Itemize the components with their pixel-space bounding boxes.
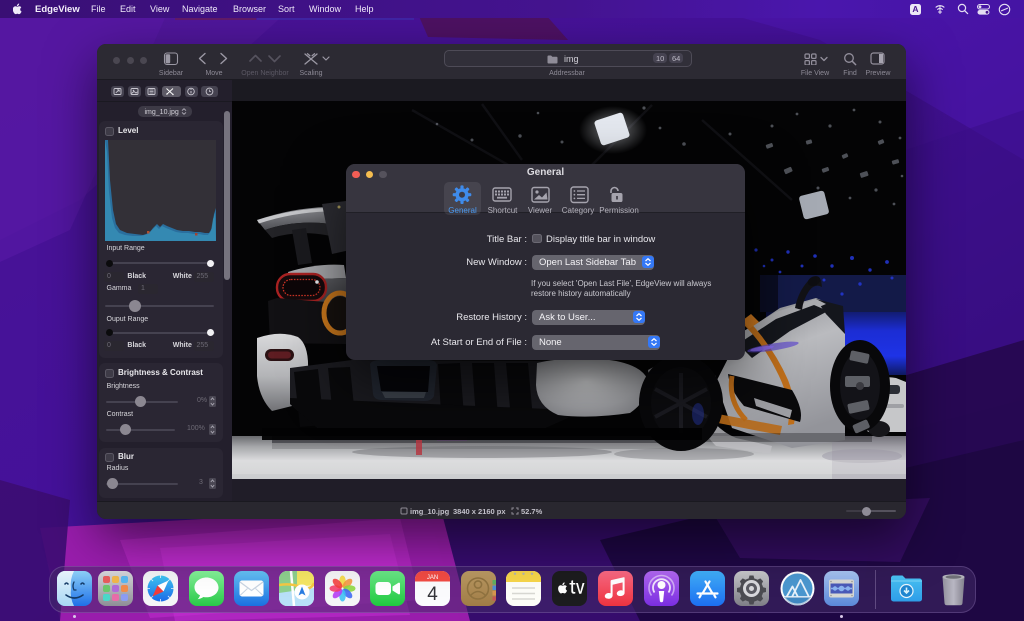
- svg-text:4: 4: [427, 584, 438, 605]
- svg-text:JAN: JAN: [426, 575, 437, 581]
